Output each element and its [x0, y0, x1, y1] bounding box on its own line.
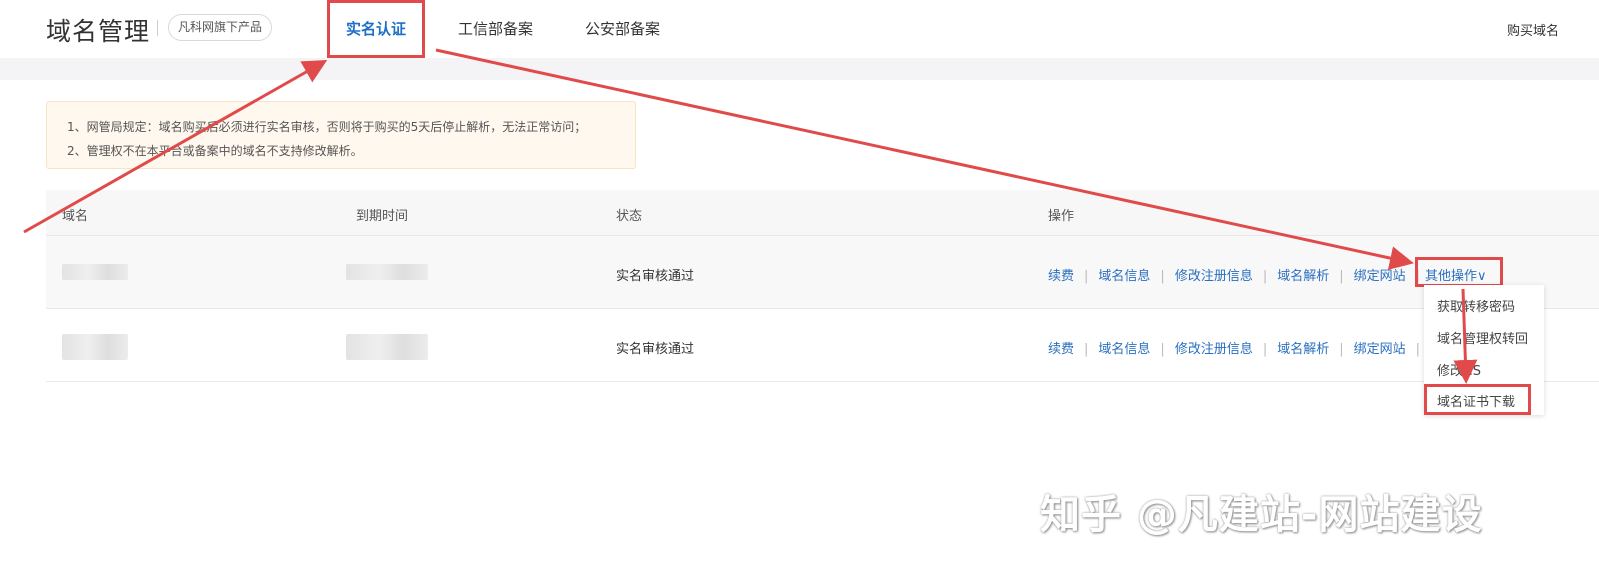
menu-item-get-transfer-code[interactable]: 获取转移密码	[1437, 296, 1515, 315]
separator: |	[1415, 342, 1421, 357]
menu-item-return-management[interactable]: 域名管理权转回	[1437, 328, 1528, 347]
notice-line-1: 1、网管局规定：域名购买后必须进行实名审核，否则将于购买的5天后停止解析，无法正…	[67, 120, 587, 134]
column-header-actions: 操作	[1048, 209, 1075, 224]
domain-info-link[interactable]: 域名信息	[1098, 269, 1150, 284]
menu-item-modify-ns[interactable]: 修改NS	[1437, 360, 1481, 379]
bind-site-link[interactable]: 绑定网站	[1354, 269, 1406, 284]
separator: |	[1262, 342, 1268, 357]
row-actions: 续费 | 域名信息 | 修改注册信息 | 域名解析 | 绑定网站 |	[1048, 265, 1430, 284]
domain-info-link[interactable]: 域名信息	[1098, 342, 1150, 357]
tab-miit-filing[interactable]: 工信部备案	[458, 18, 533, 39]
notice-line-2: 2、管理权不在本平台或备案中的域名不支持修改解析。	[67, 144, 363, 158]
separator: |	[1339, 269, 1344, 284]
renew-link[interactable]: 续费	[1048, 269, 1074, 284]
column-header-status: 状态	[616, 209, 643, 224]
separator: |	[1262, 269, 1268, 284]
dns-resolve-link[interactable]: 域名解析	[1277, 342, 1329, 357]
edit-registration-link[interactable]: 修改注册信息	[1175, 269, 1253, 284]
blurred-domain	[62, 264, 128, 280]
title-divider	[157, 20, 158, 36]
table-row: 实名审核通过 续费 | 域名信息 | 修改注册信息 | 域名解析 | 绑定网站 |	[46, 236, 1599, 309]
dns-resolve-link[interactable]: 域名解析	[1277, 269, 1329, 284]
separator: |	[1339, 342, 1344, 357]
notice-box: 1、网管局规定：域名购买后必须进行实名审核，否则将于购买的5天后停止解析，无法正…	[46, 101, 636, 169]
blurred-domain	[62, 334, 128, 360]
table-header: 域名 到期时间 状态 操作	[46, 190, 1599, 236]
blurred-expiry	[346, 264, 428, 280]
product-badge: 凡科网旗下产品	[168, 14, 273, 41]
tab-police-filing[interactable]: 公安部备案	[585, 18, 660, 39]
annotation-box-other-actions	[1415, 257, 1503, 287]
status-text: 实名审核通过	[616, 269, 695, 284]
annotation-box-tab	[327, 0, 425, 58]
separator: |	[1084, 269, 1089, 284]
status-text: 实名审核通过	[616, 342, 695, 357]
separator: |	[1160, 269, 1165, 284]
blurred-expiry	[346, 334, 428, 360]
column-header-domain: 域名	[62, 209, 89, 224]
table-row: 实名审核通过 续费 | 域名信息 | 修改注册信息 | 域名解析 | 绑定网站 |	[46, 309, 1599, 382]
renew-link[interactable]: 续费	[1048, 342, 1074, 357]
row-actions: 续费 | 域名信息 | 修改注册信息 | 域名解析 | 绑定网站 |	[1048, 338, 1430, 357]
header-divider-band	[0, 58, 1599, 80]
annotation-box-certificate	[1424, 384, 1531, 415]
buy-domain-link[interactable]: 购买域名	[1507, 20, 1559, 39]
watermark-text: 知乎 @凡建站-网站建设	[1040, 492, 1483, 538]
top-header: 域名管理 凡科网旗下产品 实名认证 工信部备案 公安部备案 购买域名	[0, 0, 1599, 58]
separator: |	[1084, 342, 1089, 357]
edit-registration-link[interactable]: 修改注册信息	[1175, 342, 1253, 357]
column-header-expiry: 到期时间	[356, 209, 409, 224]
page-title: 域名管理	[46, 17, 151, 46]
bind-site-link[interactable]: 绑定网站	[1354, 342, 1406, 357]
separator: |	[1160, 342, 1165, 357]
